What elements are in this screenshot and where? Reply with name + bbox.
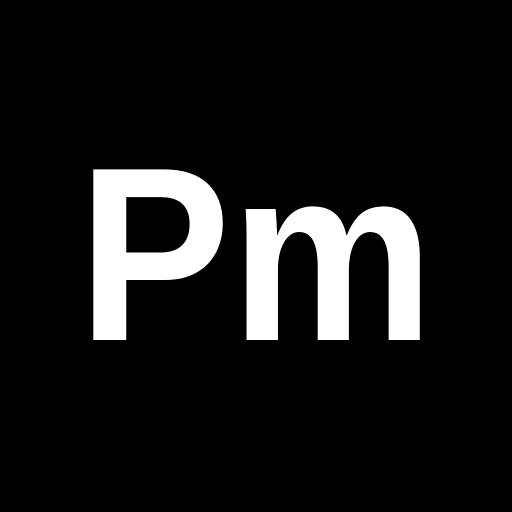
icon-label-text: Pm (78, 115, 434, 393)
icon-label: Pm (78, 115, 434, 393)
app-icon-tile: Pm (0, 0, 512, 512)
